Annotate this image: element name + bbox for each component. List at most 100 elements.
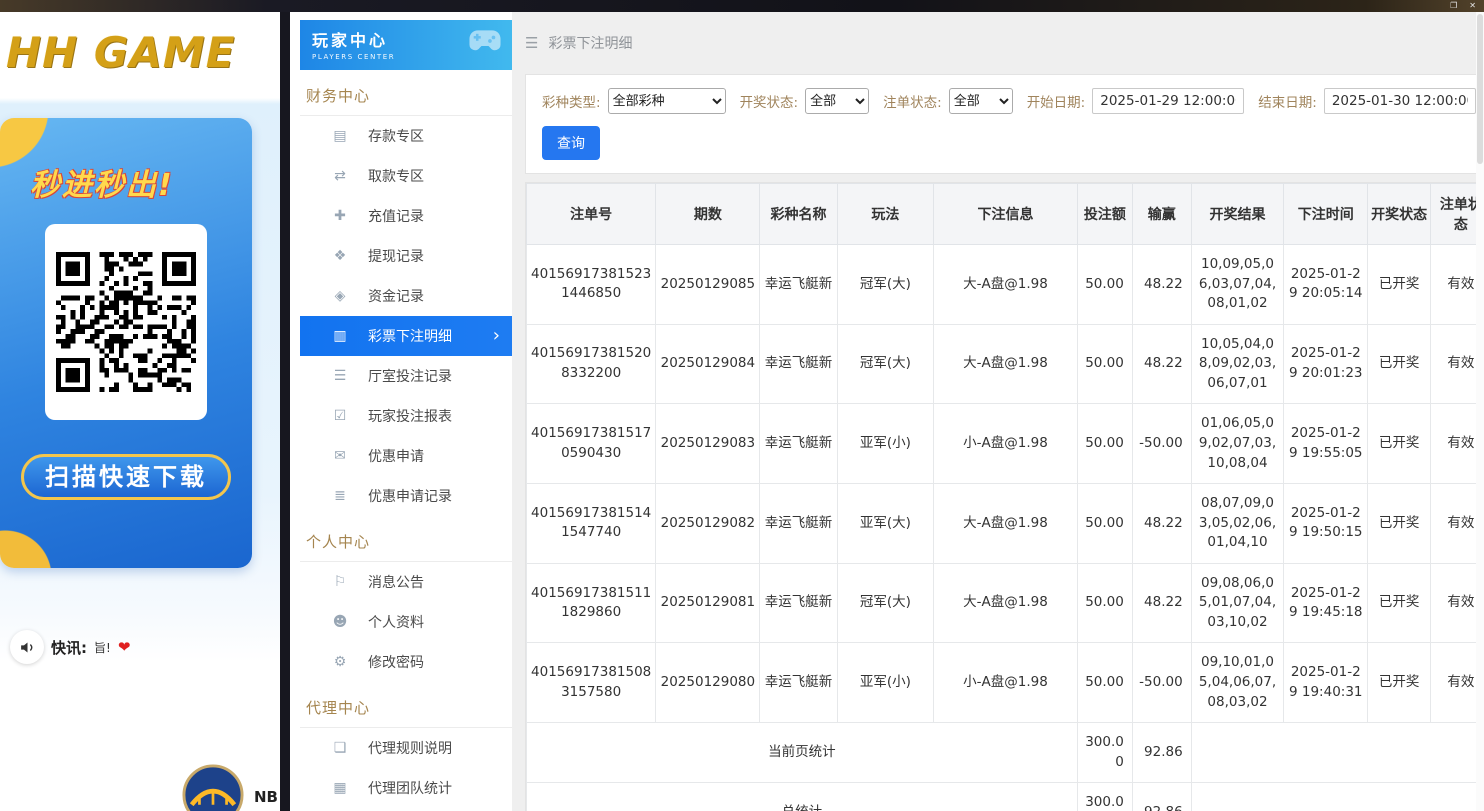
column-header: 输赢 — [1132, 184, 1191, 245]
section-header: 代理中心 — [300, 682, 512, 728]
table-cell: 2025-01-29 19:50:15 — [1284, 484, 1368, 564]
sidebar: 玩家中心 PLAYERS CENTER 财务中心▤存款专区⇄取款专区✚充值记录❖… — [290, 12, 512, 811]
section-header: 个人中心 — [300, 516, 512, 562]
column-header: 玩法 — [837, 184, 933, 245]
menu-icon[interactable]: ☰ — [525, 34, 538, 52]
table-cell: 2025-01-29 19:45:18 — [1284, 563, 1368, 643]
sidebar-item-label: 消息公告 — [368, 572, 424, 592]
deposit-icon: ▤ — [332, 128, 348, 144]
funds-records-icon: ◈ — [332, 288, 348, 304]
summary-row: 当前页统计300.0092.86 — [527, 723, 1484, 783]
maximize-icon[interactable]: ❐ — [1450, 0, 1457, 12]
filter-row: 彩种类型: 全部彩种 开奖状态: 全部 注单状态: 全部 开始日期: 结束日期: — [542, 88, 1476, 114]
sidebar-item-label: 修改密码 — [368, 652, 424, 672]
summary-bet-total: 300.00 — [1077, 723, 1132, 783]
table-cell: 亚军(大) — [837, 484, 933, 564]
table-cell: 幸运飞艇新 — [760, 643, 837, 723]
query-button[interactable]: 查询 — [542, 126, 600, 160]
column-header: 期数 — [656, 184, 760, 245]
sidebar-item-label: 代理规则说明 — [368, 738, 452, 758]
sidebar-item-change-password[interactable]: ⚙修改密码 — [300, 642, 512, 682]
close-icon[interactable]: ✕ — [1469, 0, 1476, 12]
sidebar-item-label: 厅室投注记录 — [368, 366, 452, 386]
sidebar-item-lottery-bet-details[interactable]: ▥彩票下注明细› — [300, 316, 512, 356]
table-cell: 亚军(小) — [837, 404, 933, 484]
hall-bet-records-icon: ☰ — [332, 368, 348, 384]
table-cell: 2025-01-29 19:40:31 — [1284, 643, 1368, 723]
sidebar-item-deposit[interactable]: ▤ 存款专区 — [300, 116, 512, 156]
table-cell: 冠军(大) — [837, 245, 933, 325]
sidebar-item-agent-team[interactable]: ▦ 代理团队统计 — [300, 768, 512, 808]
table-cell: 已开奖 — [1368, 484, 1431, 564]
agent-rules-icon: ❏ — [332, 740, 348, 756]
table-cell: 20250129081 — [656, 563, 760, 643]
column-header: 开奖状态 — [1368, 184, 1431, 245]
summary-row: 总统计300.0092.86 — [527, 783, 1484, 811]
table-cell: 50.00 — [1077, 324, 1132, 404]
table-cell: 10,09,05,06,03,07,04,08,01,02 — [1191, 245, 1284, 325]
table-cell: 幸运飞艇新 — [760, 324, 837, 404]
sidebar-item-player-bet-report[interactable]: ☑玩家投注报表 — [300, 396, 512, 436]
sidebar-item-announcements[interactable]: ⚐ 消息公告 — [300, 562, 512, 602]
draw-status-select[interactable]: 全部 — [805, 88, 869, 114]
table-cell: 08,07,09,03,05,02,06,01,04,10 — [1191, 484, 1284, 564]
promo-headline: 秒进秒出! — [30, 160, 252, 204]
lottery-type-select[interactable]: 全部彩种 — [608, 88, 726, 114]
sidebar-item-withdraw-records[interactable]: ❖提现记录 — [300, 236, 512, 276]
sidebar-item-funds-records[interactable]: ◈ 资金记录 — [300, 276, 512, 316]
table-cell: 大-A盘@1.98 — [934, 245, 1078, 325]
start-date-input[interactable] — [1092, 88, 1244, 114]
lottery-type-label: 彩种类型: — [542, 91, 601, 111]
scan-download-button[interactable]: 扫描快速下载 — [21, 454, 231, 500]
end-date-input[interactable] — [1324, 88, 1476, 114]
table-cell: 亚军(小) — [837, 643, 933, 723]
sidebar-item-label: 代理团队统计 — [368, 778, 452, 798]
player-bet-report-icon: ☑ — [332, 408, 348, 424]
sidebar-item-withdraw[interactable]: ⇄取款专区 — [300, 156, 512, 196]
recharge-records-icon: ✚ — [332, 208, 348, 224]
table-cell: 01,06,05,09,02,07,03,10,08,04 — [1191, 404, 1284, 484]
table-header-row: 注单号期数彩种名称玩法下注信息投注额输赢开奖结果下注时间开奖状态注单状态 — [527, 184, 1484, 245]
scrollbar-thumb[interactable] — [1477, 14, 1483, 164]
table-cell: 20250129080 — [656, 643, 760, 723]
sidebar-item-label: 优惠申请记录 — [368, 486, 452, 506]
table-cell: 大-A盘@1.98 — [934, 563, 1078, 643]
sidebar-item-agent-rules[interactable]: ❏ 代理规则说明 — [300, 728, 512, 768]
table-cell: 已开奖 — [1368, 563, 1431, 643]
sidebar-item-recharge-records[interactable]: ✚充值记录 — [300, 196, 512, 236]
table-cell: 20250129082 — [656, 484, 760, 564]
sidebar-item-promo-apply[interactable]: ✉优惠申请 — [300, 436, 512, 476]
profile-icon: ☻ — [332, 614, 348, 630]
qr-code — [56, 252, 196, 392]
summary-bet-total: 300.00 — [1077, 783, 1132, 811]
sidebar-item-hall-bet-records[interactable]: ☰ 厅室投注记录 — [300, 356, 512, 396]
players-center-window: 玩家中心 PLAYERS CENTER 财务中心▤存款专区⇄取款专区✚充值记录❖… — [290, 12, 1484, 811]
bets-table: 注单号期数彩种名称玩法下注信息投注额输赢开奖结果下注时间开奖状态注单状态4015… — [526, 183, 1484, 811]
agent-team-icon: ▦ — [332, 780, 348, 796]
sidebar-item-label: 资金记录 — [368, 286, 424, 306]
scrollbar[interactable] — [1476, 12, 1484, 811]
table-cell: 小-A盘@1.98 — [934, 643, 1078, 723]
table-cell: 50.00 — [1077, 484, 1132, 564]
table-cell: -50.00 — [1132, 404, 1191, 484]
table-cell: 20250129083 — [656, 404, 760, 484]
sidebar-item-label: 存款专区 — [368, 126, 424, 146]
filter-panel: 彩种类型: 全部彩种 开奖状态: 全部 注单状态: 全部 开始日期: 结束日期:… — [525, 74, 1484, 174]
table-cell: 已开奖 — [1368, 245, 1431, 325]
sidebar-item-promo-apply-records[interactable]: ≣优惠申请记录 — [300, 476, 512, 516]
nba-card: NB — [182, 764, 278, 811]
bet-status-select[interactable]: 全部 — [949, 88, 1013, 114]
column-header: 投注额 — [1077, 184, 1132, 245]
promo-apply-icon: ✉ — [332, 448, 348, 464]
announcements-icon: ⚐ — [332, 574, 348, 590]
table-cell: -50.00 — [1132, 643, 1191, 723]
ticker-label: 快讯: — [51, 637, 87, 658]
sidebar-item-profile[interactable]: ☻个人资料 — [300, 602, 512, 642]
sidebar-header: 玩家中心 PLAYERS CENTER — [300, 20, 512, 70]
heart-icon: ❤ — [118, 638, 131, 656]
table-cell: 已开奖 — [1368, 324, 1431, 404]
chevron-right-icon: › — [493, 327, 500, 345]
table-cell: 大-A盘@1.98 — [934, 484, 1078, 564]
gamepad-icon — [468, 29, 502, 57]
table-cell: 2025-01-29 19:55:05 — [1284, 404, 1368, 484]
